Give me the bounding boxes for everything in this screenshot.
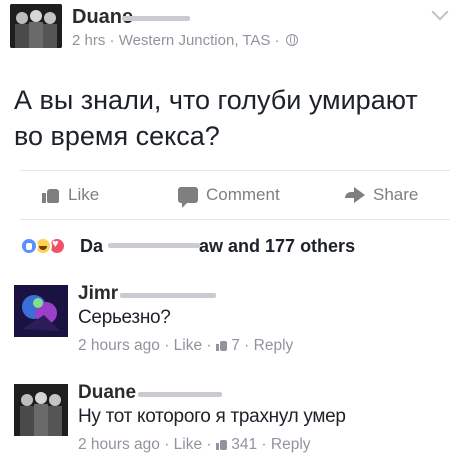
share-arrow-icon [345, 187, 365, 203]
thumbs-up-icon [215, 340, 227, 351]
commenter-name[interactable]: Duane [78, 382, 136, 404]
comment-text: Ну тот которого я трахнул умер [78, 406, 346, 427]
chevron-down-icon[interactable] [431, 3, 449, 21]
comment-reply-link[interactable]: Reply [254, 337, 294, 354]
reactors-prefix: Da [80, 236, 104, 256]
comment-like-link[interactable]: Like [174, 337, 202, 354]
post-header: Duane 2 hrs · Western Junction, TAS · [10, 3, 450, 54]
post-meta: 2 hrs · Western Junction, TAS · [72, 32, 298, 49]
comment-item: Jimr Серьезно? 2 hours ago · Like · 7 · … [14, 283, 450, 363]
avatar-photo [14, 384, 68, 436]
reactions-summary[interactable]: Da aw and 177 others [20, 234, 450, 258]
like-label: Like [68, 185, 100, 204]
comment-time[interactable]: 2 hours ago [78, 436, 160, 453]
comment-button[interactable]: Comment [178, 185, 280, 208]
post-time[interactable]: 2 hrs [72, 32, 105, 49]
comment-text: Серьезно? [78, 307, 171, 328]
comment-time[interactable]: 2 hours ago [78, 337, 160, 354]
globe-icon [285, 34, 298, 46]
thumbs-up-icon [42, 187, 60, 203]
redaction-bar [138, 392, 222, 397]
comment-like-count[interactable]: 341 [231, 436, 257, 453]
comment-like-link[interactable]: Like [174, 436, 202, 453]
like-reaction-icon [20, 237, 38, 255]
meta-separator: · [274, 32, 280, 49]
reactors-suffix: aw and 177 others [199, 236, 356, 256]
commenter-name[interactable]: Jimr [78, 283, 118, 305]
share-label: Share [373, 185, 419, 204]
author-avatar[interactable] [10, 4, 62, 48]
action-bar: Like Comment Share [20, 170, 450, 220]
share-button[interactable]: Share [345, 185, 418, 205]
comment-label: Comment [206, 185, 280, 204]
redaction-bar [122, 16, 190, 21]
thumbs-up-icon [215, 439, 227, 450]
comment-meta: 2 hours ago · Like · 341 · Reply [78, 436, 311, 453]
comment-meta: 2 hours ago · Like · 7 · Reply [78, 337, 294, 354]
comment-item: Duane Ну тот которого я трахнул умер 2 h… [14, 382, 450, 462]
redaction-bar [108, 243, 200, 248]
post-text: А вы знали, что голуби умирают во время … [14, 85, 418, 151]
redaction-bar [120, 293, 216, 298]
comment-like-count[interactable]: 7 [231, 337, 240, 354]
avatar-photo [10, 4, 62, 48]
avatar-photo [14, 285, 68, 337]
commenter-avatar[interactable] [14, 285, 68, 337]
comment-bubble-icon [178, 187, 198, 208]
post-location[interactable]: Western Junction, TAS [119, 32, 271, 49]
like-button[interactable]: Like [42, 185, 99, 205]
comment-reply-link[interactable]: Reply [271, 436, 311, 453]
commenter-avatar[interactable] [14, 384, 68, 436]
meta-separator: · [109, 32, 115, 49]
